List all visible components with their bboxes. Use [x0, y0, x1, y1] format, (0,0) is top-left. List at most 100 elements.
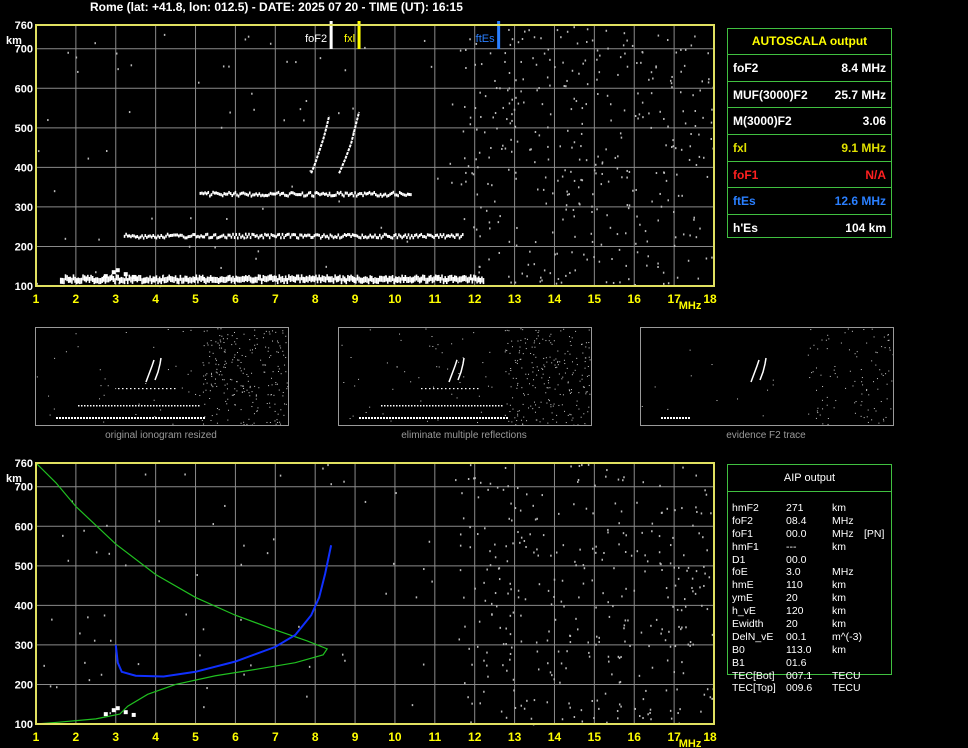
noise-dot: [523, 393, 525, 395]
trace-dot: [272, 192, 275, 196]
noise-dot: [550, 603, 553, 606]
noise-dot: [521, 367, 523, 369]
trace-dot: [385, 233, 387, 237]
noise-dot: [226, 383, 228, 385]
caption-evidence: evidence F2 trace: [726, 430, 806, 441]
noise-dot: [625, 587, 627, 590]
noise-dot: [43, 664, 45, 667]
trace-dot: [375, 277, 378, 284]
noise-dot: [263, 371, 265, 373]
noise-dot: [607, 531, 609, 534]
noise-dot: [476, 645, 479, 648]
trace-dot: [194, 417, 196, 419]
noise-dot: [667, 596, 669, 599]
noise-dot: [810, 329, 812, 331]
trace-dot: [355, 277, 357, 284]
noise-dot: [240, 385, 242, 387]
noise-dot: [218, 344, 220, 346]
noise-dot: [882, 418, 884, 420]
trace-dot: [190, 277, 193, 284]
trace-dot: [128, 274, 131, 281]
noise-dot: [585, 342, 587, 344]
trace-dot: [469, 388, 471, 390]
trace-dot: [176, 233, 178, 237]
noise-dot: [110, 639, 112, 642]
trace-dot: [433, 388, 435, 390]
noise-dot: [629, 644, 631, 647]
noise-dot: [555, 551, 558, 554]
trace-dot: [362, 194, 364, 198]
noise-dot: [330, 483, 332, 486]
trace-dot: [430, 233, 432, 237]
noise-dot: [703, 565, 705, 568]
noise-dot: [772, 384, 774, 386]
noise-dot: [601, 558, 603, 561]
noise-dot: [220, 370, 222, 372]
noise-dot: [644, 570, 646, 573]
noise-dot: [549, 335, 551, 337]
trace-dot: [103, 274, 108, 279]
noise-dot: [578, 596, 580, 599]
noise-dot: [226, 217, 228, 220]
trace-dot: [214, 233, 217, 237]
trace-dot: [155, 236, 158, 240]
y-tick-label: 300: [15, 202, 33, 214]
noise-dot: [243, 368, 245, 370]
trace-dot: [455, 233, 458, 237]
aip-row: foE 3.0 MHz: [732, 566, 891, 579]
noise-dot: [554, 66, 556, 69]
noise-dot: [276, 351, 278, 353]
trace-dot: [78, 405, 80, 407]
noise-dot: [571, 146, 573, 149]
noise-dot: [528, 407, 530, 409]
noise-dot: [505, 371, 507, 373]
trace-dot: [409, 236, 411, 240]
noise-dot: [322, 467, 324, 470]
noise-dot: [474, 63, 477, 66]
noise-dot: [36, 376, 38, 378]
trace-dot: [210, 193, 213, 197]
noise-dot: [510, 281, 512, 284]
trace-dot: [297, 274, 300, 281]
aip-row: hmF1 --- km: [732, 541, 891, 554]
noise-dot: [549, 356, 551, 358]
noise-dot: [595, 606, 597, 609]
trace-dot: [155, 417, 157, 419]
noise-dot: [551, 343, 553, 345]
noise-dot: [489, 564, 492, 567]
trace-dot: [428, 417, 430, 419]
noise-dot: [661, 568, 663, 571]
trace-dot: [431, 417, 433, 419]
trace-dot: [230, 277, 233, 284]
noise-dot: [199, 654, 201, 657]
trace-dot: [335, 276, 338, 283]
autoscala-label: foF2: [733, 61, 759, 75]
trace-dot: [323, 275, 325, 282]
trace-dot: [430, 274, 432, 281]
noise-dot: [224, 349, 226, 351]
noise-dot: [188, 391, 190, 393]
trace-dot: [200, 417, 202, 419]
aip-title: AIP output: [728, 465, 891, 492]
trace-dot: [285, 194, 288, 198]
noise-dot: [668, 630, 670, 633]
aip-name: foF2: [732, 514, 754, 527]
trace-dot: [205, 233, 207, 237]
noise-dot: [224, 364, 226, 366]
trace-dot: [324, 276, 327, 283]
trace-dot: [445, 277, 448, 284]
noise-dot: [392, 562, 395, 565]
noise-dot: [871, 328, 873, 330]
noise-dot: [605, 475, 607, 478]
x-tick-label: 13: [508, 292, 522, 306]
noise-dot: [572, 208, 575, 211]
trace-dot: [393, 233, 395, 237]
trace-dot: [429, 405, 431, 407]
noise-dot: [703, 156, 705, 159]
trace-dot: [428, 233, 431, 237]
noise-dot: [106, 524, 108, 527]
noise-dot: [479, 702, 481, 705]
noise-dot: [471, 172, 473, 175]
trace-dot: [163, 277, 166, 284]
noise-dot: [568, 389, 570, 391]
